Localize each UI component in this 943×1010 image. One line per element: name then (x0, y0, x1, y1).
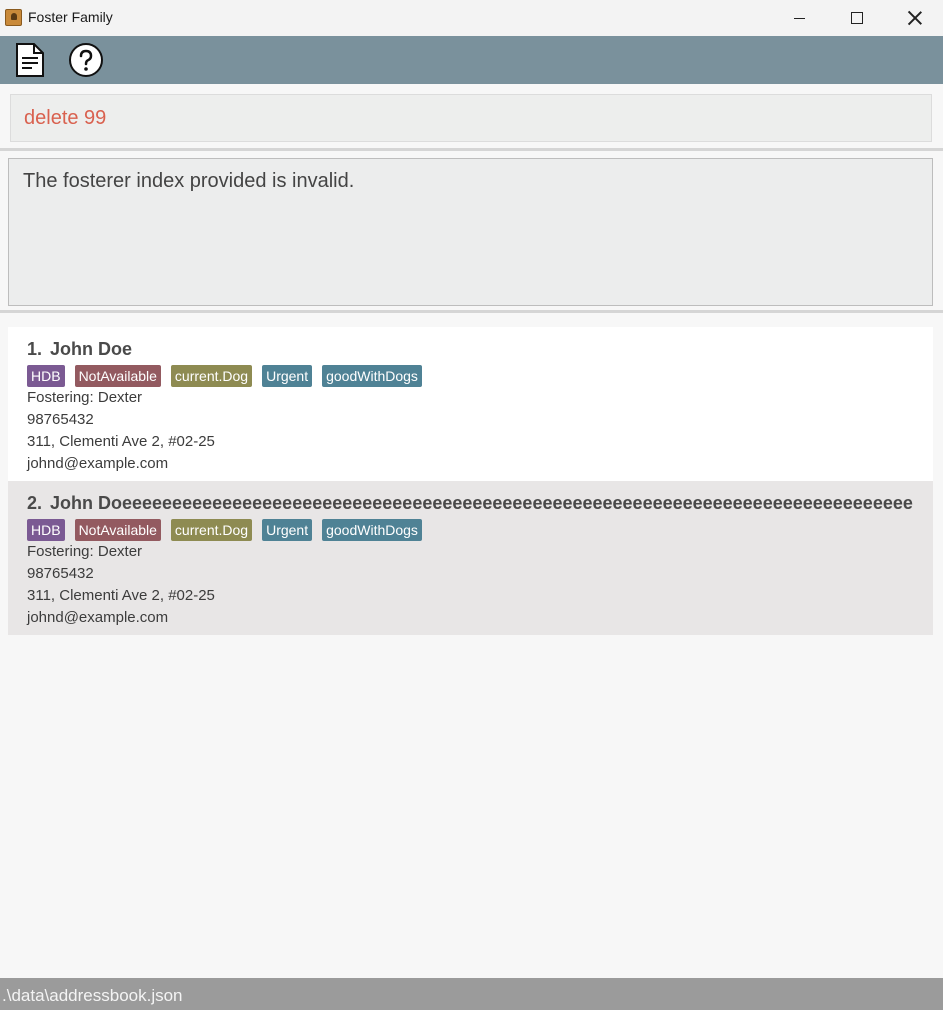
close-icon (908, 11, 922, 25)
window-title: Foster Family (28, 9, 113, 25)
tag-urgent: Urgent (262, 365, 313, 387)
maximize-icon (851, 12, 863, 24)
person-address: 311, Clementi Ave 2, #02-25 (27, 587, 215, 604)
person-name: 1. John Doe (27, 338, 921, 360)
person-email: johnd@example.com (27, 609, 169, 626)
menu-bar (0, 36, 943, 84)
minimize-icon (793, 17, 805, 19)
tag-availability: NotAvailable (74, 519, 161, 541)
person-list[interactable]: 1. John Doe HDB NotAvailable current.Dog … (8, 327, 933, 635)
title-bar: Foster Family (0, 0, 943, 36)
close-button[interactable] (886, 0, 943, 36)
person-fostering: Fostering: Dexter (27, 389, 143, 406)
person-index: 2. (27, 493, 43, 513)
person-name-text: John Doeeeeeeeeeeeeeeeeeeeeeeeeeeeeeeeee… (50, 493, 913, 513)
result-display: The fosterer index provided is invalid. (8, 158, 933, 306)
maximize-button[interactable] (828, 0, 886, 36)
divider[interactable] (0, 148, 943, 151)
tag-list: HDB NotAvailable current.Dog Urgent good… (27, 519, 933, 541)
file-menu-icon[interactable] (12, 42, 48, 78)
tag-animal: current.Dog (170, 365, 253, 387)
tag-animal: current.Dog (170, 519, 253, 541)
tag-urgent: Urgent (262, 519, 313, 541)
person-card[interactable]: 2. John Doeeeeeeeeeeeeeeeeeeeeeeeeeeeeeee… (8, 481, 933, 635)
tag-hdb: HDB (27, 365, 65, 387)
minimize-button[interactable] (770, 0, 828, 36)
help-menu-icon[interactable] (68, 42, 104, 78)
person-email: johnd@example.com (27, 455, 169, 472)
person-address: 311, Clementi Ave 2, #02-25 (27, 433, 215, 450)
command-input[interactable]: delete 99 (10, 94, 932, 142)
tag-good-with-dogs: goodWithDogs (322, 365, 422, 387)
person-card[interactable]: 1. John Doe HDB NotAvailable current.Dog … (8, 327, 933, 481)
person-phone: 98765432 (27, 411, 94, 428)
status-bar-file-path: .\data\addressbook.json (0, 978, 943, 1010)
person-name-text: John Doe (50, 339, 133, 359)
tag-availability: NotAvailable (74, 365, 161, 387)
person-index: 1. (27, 339, 43, 359)
tag-list: HDB NotAvailable current.Dog Urgent good… (27, 365, 933, 387)
person-phone: 98765432 (27, 565, 94, 582)
person-name: 2. John Doeeeeeeeeeeeeeeeeeeeeeeeeeeeeeee… (27, 492, 921, 514)
divider[interactable] (0, 310, 943, 313)
app-icon (5, 9, 22, 26)
tag-hdb: HDB (27, 519, 65, 541)
person-fostering: Fostering: Dexter (27, 543, 143, 560)
tag-good-with-dogs: goodWithDogs (322, 519, 422, 541)
